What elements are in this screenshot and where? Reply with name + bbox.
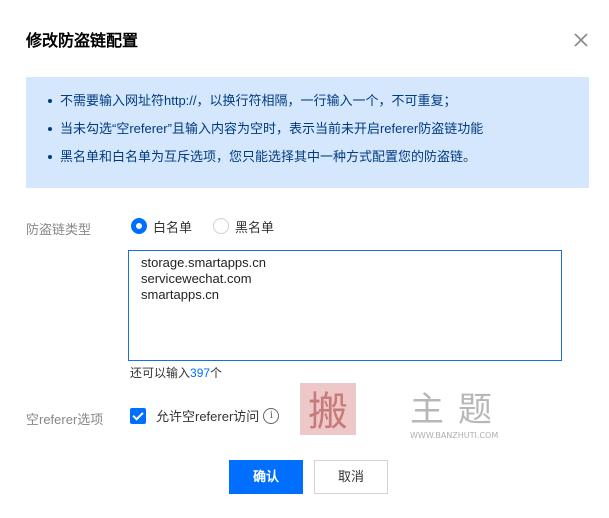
- watermark-logo: 搬 主题 WWW.BANZHUTI.COM: [292, 375, 532, 445]
- domain-line: smartapps.cn: [141, 287, 220, 302]
- watermark-url: WWW.BANZHUTI.COM: [410, 431, 498, 440]
- allow-empty-referer-checkbox-row[interactable]: 允许空referer访问 i: [130, 406, 280, 425]
- notice-item: 黑名单和白名单为互斥选项，您只能选择其中一种方式配置您的防盗链。: [48, 149, 589, 164]
- bullet-icon: [48, 127, 52, 131]
- remain-suffix: 个: [210, 366, 223, 380]
- dialog-title: 修改防盗链配置: [26, 33, 139, 50]
- edit-hotlink-dialog: 修改防盗链配置 不需要输入网址符http://，以换行符相隔，一行输入一个，不可…: [0, 0, 609, 518]
- bullet-icon: [48, 155, 52, 159]
- radio-whitelist-label: 白名单: [153, 219, 193, 235]
- domain-line: servicewechat.com: [141, 271, 252, 286]
- notice-text: 黑名单和白名单为互斥选项，您只能选择其中一种方式配置您的防盗链。: [60, 149, 477, 164]
- close-icon[interactable]: [571, 30, 591, 50]
- remain-prefix: 还可以输入: [130, 366, 191, 380]
- bullet-icon: [48, 99, 52, 103]
- empty-referer-label: 空referer选项: [26, 412, 104, 427]
- notice-item: 当未勾选“空referer”且输入内容为空时，表示当前未开启referer防盗链…: [48, 121, 589, 136]
- notice-item: 不需要输入网址符http://，以换行符相隔，一行输入一个，不可重复；: [48, 93, 589, 108]
- remaining-count-hint: 还可以输入397个: [130, 364, 222, 381]
- radio-unchecked-icon: [213, 218, 229, 234]
- watermark-seal-char: 搬: [308, 389, 348, 435]
- checkbox-checked-icon[interactable]: [130, 407, 146, 424]
- cancel-button[interactable]: 取消: [314, 460, 388, 494]
- domain-line: storage.smartapps.cn: [141, 255, 267, 270]
- notice-text: 不需要输入网址符http://，以换行符相隔，一行输入一个，不可重复；: [60, 93, 457, 108]
- hotlink-type-label: 防盗链类型: [26, 222, 92, 237]
- confirm-button[interactable]: 确认: [229, 460, 303, 494]
- radio-checked-icon: [131, 218, 147, 234]
- allow-empty-referer-label: 允许空referer访问: [156, 409, 260, 424]
- radio-blacklist-label: 黑名单: [235, 219, 275, 235]
- notice-text: 当未勾选“空referer”且输入内容为空时，表示当前未开启referer防盗链…: [60, 121, 484, 136]
- notice-box: 不需要输入网址符http://，以换行符相隔，一行输入一个，不可重复； 当未勾选…: [26, 77, 589, 188]
- radio-whitelist[interactable]: 白名单: [131, 216, 192, 236]
- info-icon[interactable]: i: [263, 407, 280, 424]
- watermark-text: 主题: [410, 390, 506, 430]
- remain-count: 397: [190, 366, 211, 380]
- domain-list-textarea[interactable]: storage.smartapps.cn servicewechat.com s…: [128, 250, 562, 361]
- radio-blacklist[interactable]: 黑名单: [213, 216, 274, 236]
